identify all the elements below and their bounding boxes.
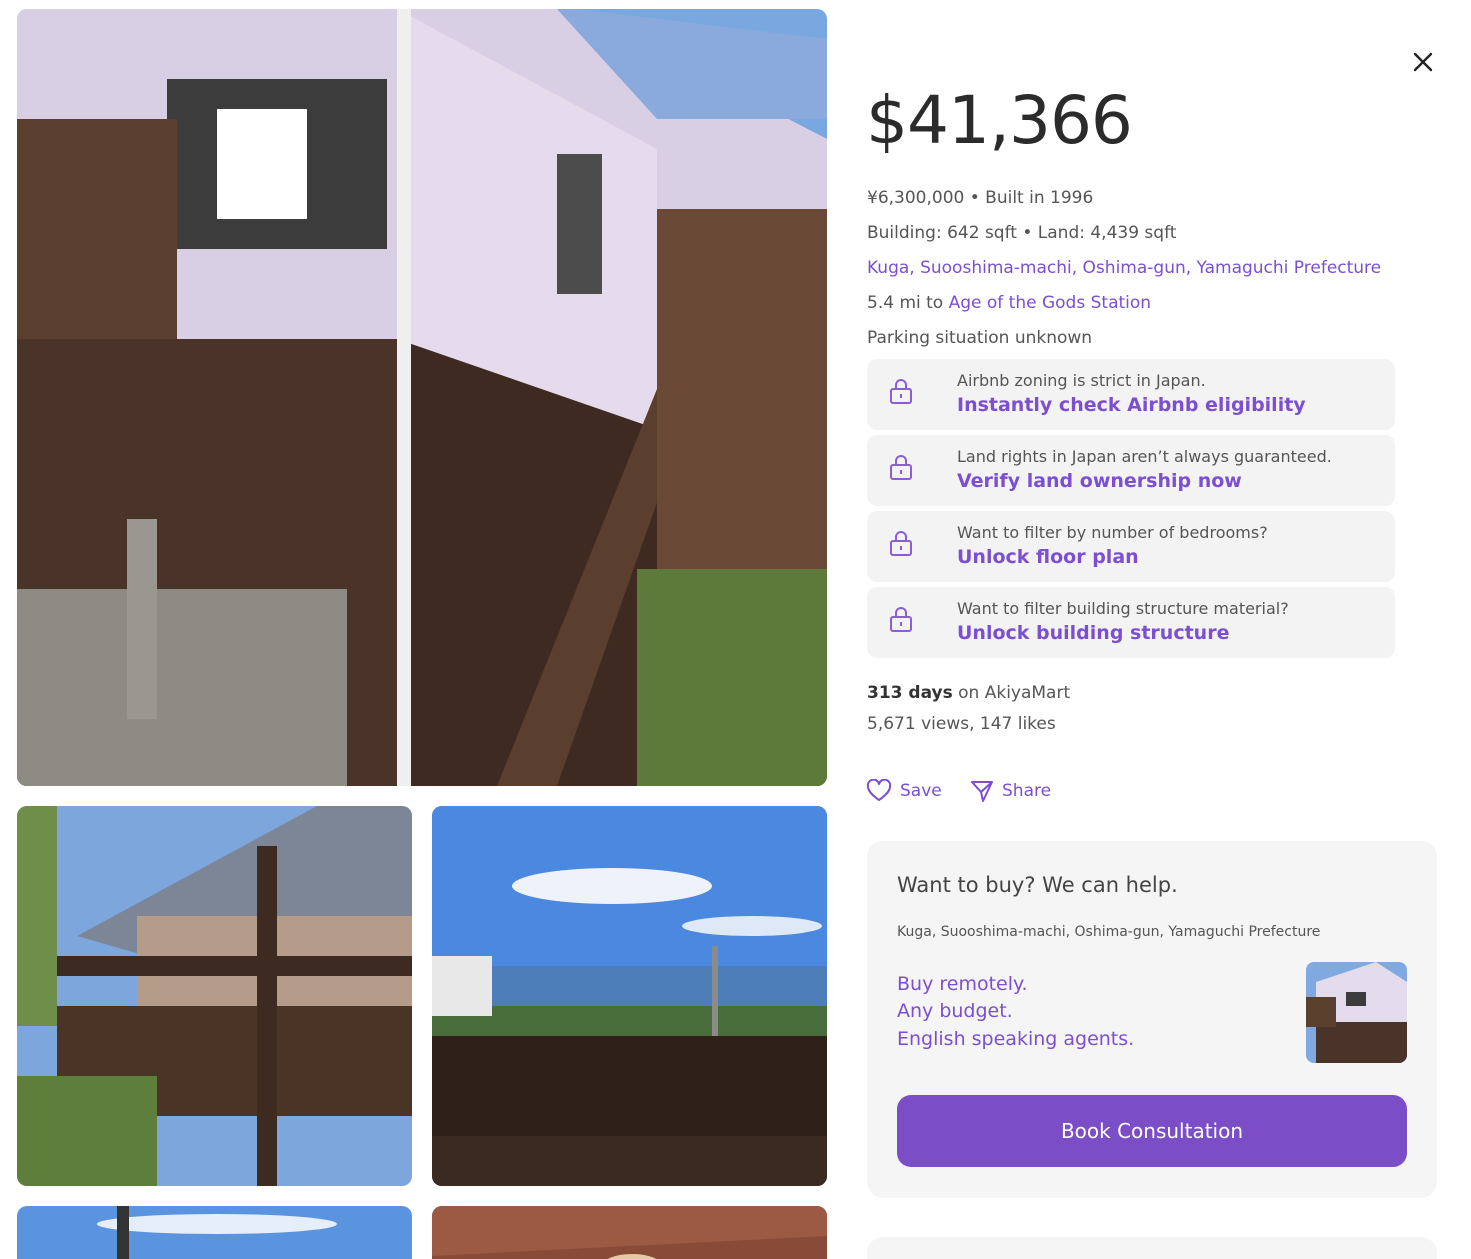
house-exterior-image xyxy=(17,9,827,786)
main-house-photo[interactable] xyxy=(17,9,827,786)
locked-card-message: Want to filter by number of bedrooms? xyxy=(957,523,1268,542)
lock-icon xyxy=(890,379,912,404)
verify-land-ownership-link[interactable]: Verify land ownership now xyxy=(957,470,1242,492)
price-usd: $41,366 xyxy=(866,82,1133,159)
station-link[interactable]: Age of the Gods Station xyxy=(949,293,1151,313)
ceiling-image xyxy=(432,1206,827,1259)
book-consultation-button[interactable]: Book Consultation xyxy=(897,1095,1407,1167)
close-button[interactable] xyxy=(1408,47,1438,77)
locked-card-message: Want to filter building structure materi… xyxy=(957,599,1289,618)
consultation-card: Want to buy? We can help. Kuga, Suooshim… xyxy=(867,841,1437,1198)
unlock-floor-plan-link[interactable]: Unlock floor plan xyxy=(957,546,1139,568)
lock-icon xyxy=(890,607,912,632)
locked-card-message: Airbnb zoning is strict in Japan. xyxy=(957,371,1206,390)
parking-status: Parking situation unknown xyxy=(867,328,1093,348)
days-suffix: on AkiyaMart xyxy=(952,683,1071,703)
sea-view-image xyxy=(432,806,827,1186)
listing-detail-page: $41,366 ¥6,300,000 • Built in 1996 Build… xyxy=(0,0,1471,1259)
next-section-card xyxy=(867,1237,1437,1259)
share-button[interactable]: Share xyxy=(970,776,1051,806)
send-icon xyxy=(971,781,993,802)
property-thumbnail-image xyxy=(1306,962,1407,1063)
locked-card-structure[interactable]: Want to filter building structure materi… xyxy=(867,587,1395,658)
deck-image xyxy=(17,806,412,1186)
heart-icon xyxy=(866,779,892,801)
pitch-line-remote: Buy remotely. xyxy=(897,973,1028,995)
building-land-size: Building: 642 sqft • Land: 4,439 sqft xyxy=(867,223,1177,243)
save-button[interactable]: Save xyxy=(866,776,942,806)
lock-icon xyxy=(890,455,912,480)
pitch-line-agents: English speaking agents. xyxy=(897,1028,1135,1050)
ceiling-photo[interactable] xyxy=(432,1206,827,1259)
lock-icon xyxy=(890,531,912,556)
locked-card-land-rights[interactable]: Land rights in Japan aren’t always guara… xyxy=(867,435,1395,506)
views-likes: 5,671 views, 147 likes xyxy=(867,714,1056,734)
locked-card-message: Land rights in Japan aren’t always guara… xyxy=(957,447,1332,466)
station-distance-prefix: 5.4 mi to xyxy=(867,293,949,313)
locked-card-airbnb[interactable]: Airbnb zoning is strict in Japan. Instan… xyxy=(867,359,1395,430)
consult-address: Kuga, Suooshima-machi, Oshima-gun, Yamag… xyxy=(897,924,1321,940)
airbnb-eligibility-link[interactable]: Instantly check Airbnb eligibility xyxy=(957,394,1306,416)
deck-photo[interactable] xyxy=(17,806,412,1186)
sky-image xyxy=(17,1206,412,1259)
pitch-line-budget: Any budget. xyxy=(897,1000,1013,1022)
location-link[interactable]: Kuga, Suooshima-machi, Oshima-gun, Yamag… xyxy=(867,258,1381,278)
share-label: Share xyxy=(1002,781,1052,801)
unlock-building-structure-link[interactable]: Unlock building structure xyxy=(957,622,1229,644)
save-label: Save xyxy=(900,781,942,801)
days-on-market: 313 days on AkiyaMart xyxy=(867,683,1070,703)
property-thumbnail xyxy=(1306,962,1407,1063)
locked-card-floor-plan[interactable]: Want to filter by number of bedrooms? Un… xyxy=(867,511,1395,582)
close-icon xyxy=(1413,52,1433,72)
consult-heading: Want to buy? We can help. xyxy=(897,873,1178,897)
price-yen-built-year: ¥6,300,000 • Built in 1996 xyxy=(867,188,1094,208)
sea-view-photo[interactable] xyxy=(432,806,827,1186)
days-count: 313 days xyxy=(867,683,953,703)
station-distance: 5.4 mi to Age of the Gods Station xyxy=(867,293,1151,313)
sky-photo[interactable] xyxy=(17,1206,412,1259)
